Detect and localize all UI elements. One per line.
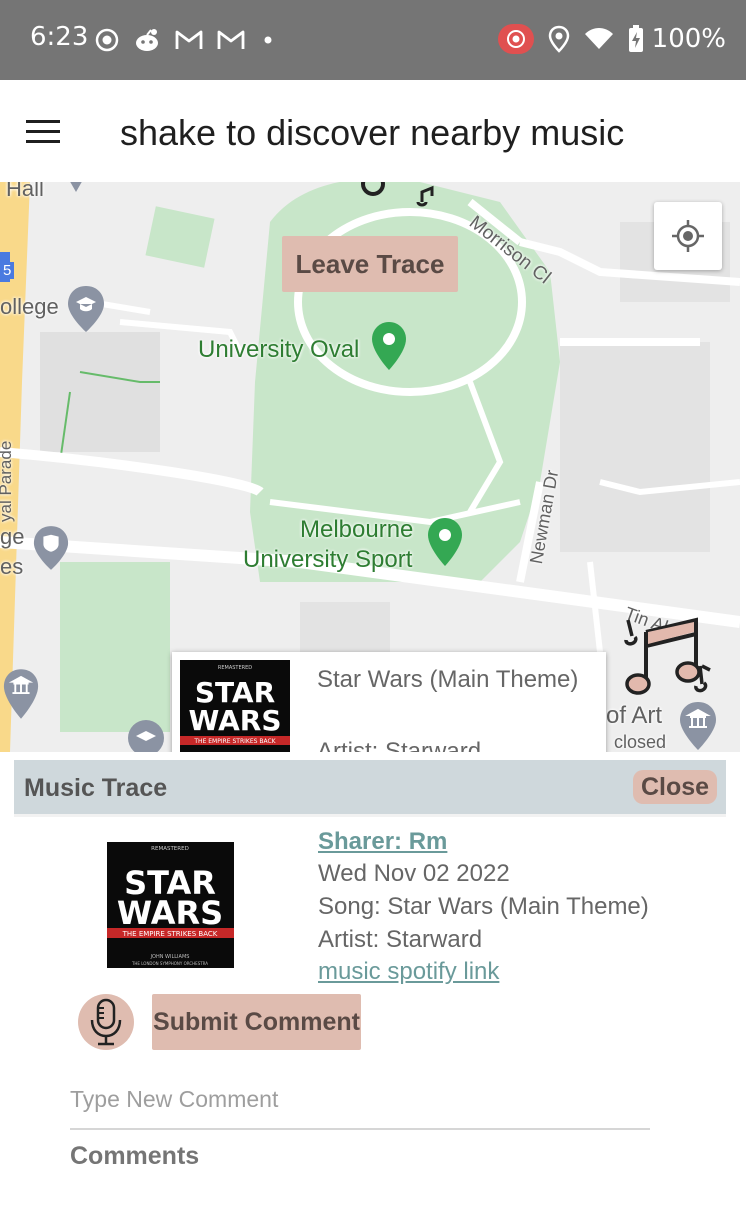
submit-comment-button[interactable]: Submit Comment bbox=[152, 994, 361, 1050]
museum-pin-icon bbox=[3, 669, 39, 719]
battery-charging-icon bbox=[628, 25, 643, 52]
svg-text:WARS: WARS bbox=[117, 894, 223, 932]
close-button[interactable]: Close bbox=[633, 770, 717, 804]
map-view[interactable]: Hall 5 ollege Leave Trace University Ova… bbox=[0, 182, 740, 752]
trace-date: Wed Nov 02 2022 bbox=[318, 860, 510, 887]
map-label-university-oval: University Oval bbox=[198, 336, 360, 363]
sport-pin-icon[interactable] bbox=[426, 516, 464, 568]
map-label-melbourne: Melbourne bbox=[300, 516, 414, 543]
gmail-icon bbox=[175, 30, 203, 49]
music-trace-header: Music Trace Close bbox=[14, 760, 726, 814]
info-window-song: Star Wars (Main Theme) bbox=[317, 666, 579, 693]
album-cover-thumbnail: REMASTERED STAR WARS THE EMPIRE STRIKES … bbox=[180, 660, 290, 752]
spotify-link[interactable]: music spotify link bbox=[318, 958, 499, 986]
info-window-artist: Artist: Starward bbox=[317, 738, 482, 752]
svg-text:REMASTERED: REMASTERED bbox=[151, 846, 189, 852]
map-route-shield: 5 bbox=[0, 262, 15, 279]
map-label-university-sport: University Sport bbox=[243, 546, 413, 573]
map-label-ge: ge bbox=[0, 524, 25, 549]
svg-text:JOHN WILLIAMS: JOHN WILLIAMS bbox=[150, 954, 190, 960]
map-label-parade: yal Parade bbox=[0, 440, 15, 522]
trace-artist: Artist: Starward bbox=[318, 926, 483, 953]
map-label-college: ollege bbox=[0, 294, 59, 319]
gmail-icon bbox=[217, 30, 245, 49]
college-pin-icon-2 bbox=[128, 720, 164, 752]
map-label-closed: closed bbox=[614, 732, 667, 752]
sharer-link[interactable]: Sharer: Rm bbox=[318, 828, 447, 856]
panel-title: Music Trace bbox=[24, 774, 168, 802]
status-bar: 6:23 100% bbox=[0, 0, 746, 80]
comments-heading: Comments bbox=[70, 1142, 200, 1170]
map-label-hall: Hall bbox=[6, 182, 44, 201]
wifi-icon bbox=[584, 28, 613, 49]
svg-text:THE EMPIRE STRIKES BACK: THE EMPIRE STRIKES BACK bbox=[122, 930, 218, 938]
trace-song: Song: Star Wars (Main Theme) bbox=[318, 893, 649, 920]
microphone-icon bbox=[90, 998, 122, 1046]
svg-text:WARS: WARS bbox=[188, 704, 281, 737]
app-title: shake to discover nearby music bbox=[120, 112, 625, 153]
app-bar: shake to discover nearby music bbox=[0, 80, 746, 182]
album-cover: REMASTERED STAR WARS THE EMPIRE STRIKES … bbox=[107, 842, 234, 968]
svg-text:REMASTERED: REMASTERED bbox=[218, 665, 252, 671]
system-icons: 100% bbox=[497, 22, 726, 56]
screen-record-icon bbox=[95, 28, 119, 52]
hamburger-menu-icon[interactable] bbox=[26, 120, 60, 144]
cast-recording-icon bbox=[497, 24, 534, 54]
reddit-icon bbox=[136, 29, 158, 51]
notification-icons bbox=[94, 24, 278, 56]
my-location-icon bbox=[672, 220, 704, 252]
my-location-button[interactable] bbox=[654, 202, 722, 270]
location-icon bbox=[548, 25, 569, 53]
college-pin-icon bbox=[68, 286, 104, 332]
svg-text:THE EMPIRE STRIKES BACK: THE EMPIRE STRIKES BACK bbox=[193, 738, 276, 745]
map-pin-small-icon bbox=[70, 182, 82, 192]
map-label-es: es bbox=[0, 554, 24, 579]
map-info-window[interactable]: REMASTERED STAR WARS THE EMPIRE STRIKES … bbox=[172, 652, 606, 752]
battery-percent: 100% bbox=[651, 24, 726, 54]
comment-input[interactable] bbox=[70, 1070, 650, 1130]
status-time: 6:23 bbox=[30, 22, 89, 52]
svg-text:THE LONDON SYMPHONY ORCHESTRA: THE LONDON SYMPHONY ORCHESTRA bbox=[131, 961, 208, 966]
voice-input-button[interactable] bbox=[78, 994, 134, 1050]
leave-trace-button[interactable]: Leave Trace bbox=[282, 236, 458, 292]
park-pin-icon[interactable] bbox=[370, 320, 408, 372]
shield-pin-icon bbox=[33, 526, 69, 570]
music-trace-marker-icon[interactable] bbox=[616, 610, 716, 710]
dot-icon bbox=[264, 36, 272, 44]
divider bbox=[14, 814, 726, 817]
